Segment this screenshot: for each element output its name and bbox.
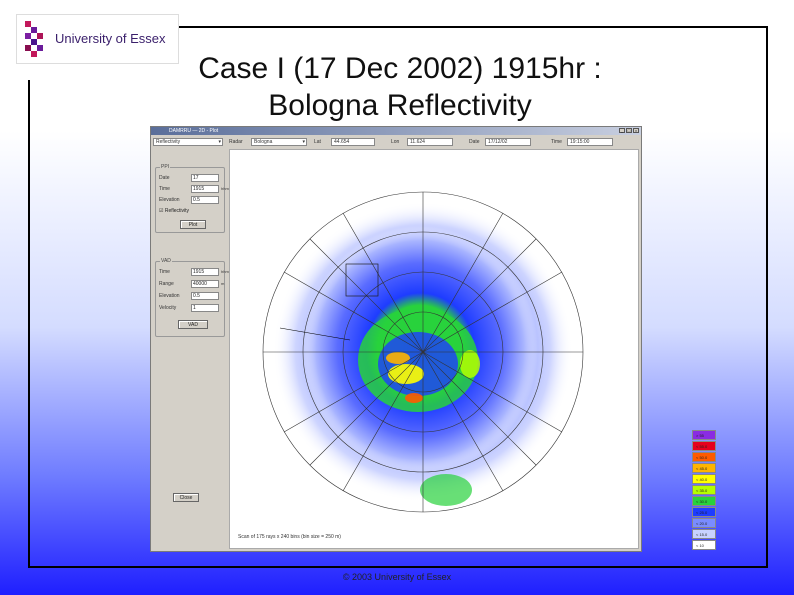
plot-button[interactable]: Plot (180, 220, 206, 229)
window-controls: _ □ × (619, 128, 639, 133)
ppi-date-label: Date (159, 175, 170, 181)
vad-elev-select[interactable]: 0.5 (191, 292, 219, 300)
legend-item: < 20.0 (692, 518, 716, 528)
ppi-time-field[interactable]: 1915 (191, 185, 219, 193)
lon-field[interactable]: 11.624 (407, 138, 453, 146)
vad-range-row: Range 40000 m (159, 280, 225, 288)
slide-frame-right (766, 26, 768, 568)
legend-item: < 40.0 (692, 474, 716, 484)
footer-copyright: © 2003 University of Essex (342, 572, 452, 582)
reflectivity-checkbox-label: Reflectivity (164, 208, 190, 214)
azimuth-lines (263, 192, 583, 512)
vad-button[interactable]: VAD (178, 320, 208, 329)
time-label: Time (551, 139, 562, 145)
reflectivity-checkbox[interactable]: ☑ Reflectivity (159, 208, 189, 214)
logo-icon (25, 21, 45, 59)
ppi-elev-select[interactable]: 0.5 (191, 196, 219, 204)
ppi-elev-row: Elevation 0.5 (159, 196, 225, 204)
lon-label: Lon (391, 139, 400, 145)
vad-group: VAD Time 1915 hhmm Range 40000 m Elevati… (155, 258, 232, 337)
date-label: Date (469, 139, 480, 145)
vad-range-label: Range (159, 281, 174, 287)
ppi-time-row: Time 1915 hhmm (159, 185, 232, 193)
ppi-date-field[interactable]: 17 (191, 174, 219, 182)
vad-group-title: VAD (160, 258, 172, 264)
vad-vel-label: Velocity (159, 305, 177, 311)
status-text: Scan of 175 rays x 240 bins (bin size = … (238, 534, 341, 540)
slide-frame-left (28, 80, 30, 568)
toolbar: Reflectivity Radar Bologna Lat 44.654 Lo… (151, 136, 641, 148)
date-field[interactable]: 17/12/02 (485, 138, 531, 146)
slide-frame-top (178, 26, 768, 28)
vad-vel-row: Velocity 1 (159, 304, 225, 312)
close-window-button[interactable]: × (633, 128, 639, 133)
ppi-group: PPI Date 17 Time 1915 hhmm Elevation 0.5… (155, 164, 232, 233)
vad-range-unit: m (221, 281, 225, 286)
slide-frame-bottom (28, 566, 768, 568)
window-title: DAMRRU — 2D - Plot (169, 128, 219, 134)
maximize-button[interactable]: □ (626, 128, 632, 133)
vad-vel-field[interactable]: 1 (191, 304, 219, 312)
lat-field[interactable]: 44.654 (331, 138, 375, 146)
app-window: DAMRRU — 2D - Plot _ □ × Reflectivity Ra… (150, 126, 716, 552)
vad-elev-row: Elevation 0.5 (159, 292, 225, 300)
slide-title: Case I (17 Dec 2002) 1915hr : Bologna Re… (100, 50, 700, 124)
ppi-elev-label: Elevation (159, 197, 180, 203)
legend-item: < 35.0 (692, 485, 716, 495)
lat-label: Lat (314, 139, 321, 145)
display-select[interactable]: Reflectivity (153, 138, 223, 146)
minimize-button[interactable]: _ (619, 128, 625, 133)
window-titlebar[interactable]: DAMRRU — 2D - Plot _ □ × (151, 127, 641, 135)
slide-title-line2: Bologna Reflectivity (268, 89, 532, 122)
control-panel: PPI Date 17 Time 1915 hhmm Elevation 0.5… (153, 151, 232, 549)
radar-label: Radar (229, 139, 243, 145)
slide-title-line1: Case I (17 Dec 2002) 1915hr : (198, 52, 602, 85)
legend-item: > 55 (692, 430, 716, 440)
ppi-time-label: Time (159, 186, 170, 192)
vad-time-field[interactable]: 1915 (191, 268, 219, 276)
vad-elev-label: Elevation (159, 293, 180, 299)
radar-select[interactable]: Bologna (251, 138, 307, 146)
legend-item: < 30.0 (692, 496, 716, 506)
legend-item: < 15.0 (692, 529, 716, 539)
radar-ppi-plot[interactable] (230, 150, 640, 550)
vad-time-label: Time (159, 269, 170, 275)
vad-range-field[interactable]: 40000 (191, 280, 219, 288)
radar-plot-area[interactable]: Scan of 175 rays x 240 bins (bin size = … (229, 149, 716, 550)
close-button[interactable]: Close (173, 493, 199, 502)
vad-time-row: Time 1915 hhmm (159, 268, 232, 276)
checkbox-icon: ☑ (159, 208, 164, 214)
ppi-group-title: PPI (160, 164, 171, 170)
color-legend: > 55 < 55.0 < 50.0 < 45.0 < 40.0 < 35.0 < 30.0… (692, 430, 720, 551)
ppi-date-row: Date 17 (159, 174, 225, 182)
legend-item: < 10 (692, 540, 716, 550)
legend-item: < 25.0 (692, 507, 716, 517)
legend-item: < 45.0 (692, 463, 716, 473)
legend-item: < 50.0 (692, 452, 716, 462)
logo-text: University of Essex (55, 31, 166, 46)
time-field[interactable]: 19:15:00 (567, 138, 613, 146)
legend-item: < 55.0 (692, 441, 716, 451)
